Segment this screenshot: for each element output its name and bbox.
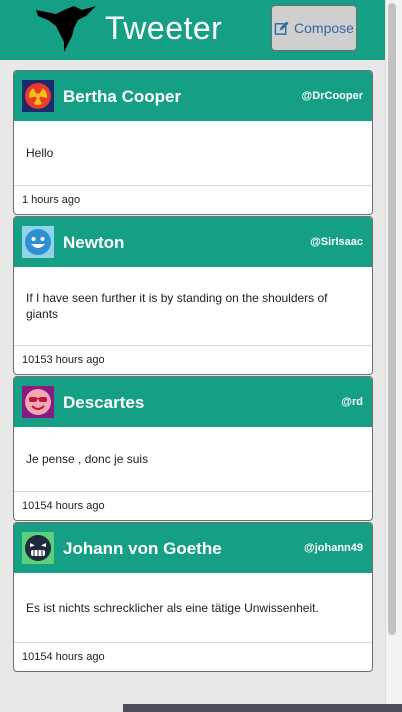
tweet-header: Johann von Goethe @johann49 (14, 523, 372, 573)
tweet-text: Je pense , donc je suis (14, 427, 372, 492)
tweet-header: Newton @SirIsaac (14, 217, 372, 267)
window-edge (123, 704, 402, 712)
sunglasses-avatar-icon (22, 386, 54, 418)
tweet-timestamp: 10154 hours ago (22, 651, 105, 663)
compose-label: Compose (294, 20, 354, 36)
tweet-author-handle[interactable]: @johann49 (304, 542, 363, 554)
tweet-author-name[interactable]: Bertha Cooper (63, 87, 181, 107)
tweet-header: Descartes @rd (14, 377, 372, 427)
tweet-text: Es ist nichts schrecklicher als eine tät… (14, 573, 372, 643)
radioactive-avatar-icon (22, 80, 54, 112)
tweet-author-handle[interactable]: @SirIsaac (310, 236, 363, 248)
app-title: Tweeter (105, 10, 223, 46)
tweet-timestamp: 10153 hours ago (22, 354, 105, 366)
tweet-card: Johann von Goethe @johann49 Es ist nicht… (13, 522, 373, 672)
scrollbar-thumb[interactable] (388, 3, 396, 635)
compose-button[interactable]: Compose (271, 5, 357, 51)
tweet-author-name[interactable]: Descartes (63, 393, 144, 413)
tweet-card: Descartes @rd Je pense , donc je suis 10… (13, 376, 373, 521)
grin-avatar-icon (22, 532, 54, 564)
tweet-card: Newton @SirIsaac If I have seen further … (13, 216, 373, 375)
tweet-author-name[interactable]: Johann von Goethe (63, 539, 222, 559)
tweet-text: If I have seen further it is by standing… (14, 267, 372, 346)
edit-icon (274, 20, 289, 35)
tweet-header: Bertha Cooper @DrCooper (14, 71, 372, 121)
smiley-avatar-icon (22, 226, 54, 258)
tweet-timestamp: 10154 hours ago (22, 500, 105, 512)
app-header: Tweeter Compose (0, 0, 385, 60)
tweet-card: Bertha Cooper @DrCooper Hello 1 hours ag… (13, 70, 373, 215)
tweet-author-name[interactable]: Newton (63, 233, 124, 253)
tweet-text: Hello (14, 121, 372, 186)
tweet-feed: Bertha Cooper @DrCooper Hello 1 hours ag… (13, 70, 373, 673)
tweet-timestamp: 1 hours ago (22, 194, 81, 206)
tweet-author-handle[interactable]: @DrCooper (302, 90, 363, 102)
hummingbird-icon (36, 6, 96, 52)
tweet-author-handle[interactable]: @rd (341, 396, 363, 408)
